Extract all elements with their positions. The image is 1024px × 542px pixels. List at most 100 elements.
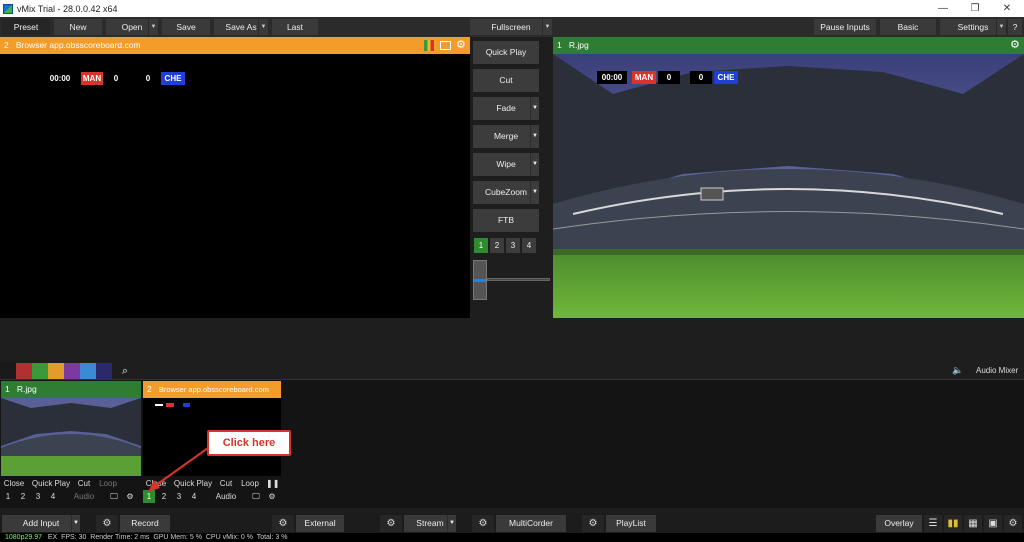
input-2-loop-button[interactable]: Loop: [239, 477, 261, 490]
ftb-label: FTB: [497, 215, 515, 225]
cubezoom-button[interactable]: CubeZoom ▼: [473, 181, 539, 204]
minimize-button[interactable]: —: [928, 0, 958, 17]
status-render-label: Render Time:: [90, 534, 133, 541]
audio-meter-icon[interactable]: [424, 40, 434, 51]
merge-button[interactable]: Merge ▼: [473, 125, 539, 148]
input-1-overlay-3-button[interactable]: 3: [32, 490, 44, 503]
color-filter-strip: [0, 363, 112, 379]
input-1-header[interactable]: 1 R.jpg: [1, 381, 141, 398]
input-1-gear-icon[interactable]: ⚙: [124, 490, 136, 503]
color-filter-swatch[interactable]: [48, 363, 64, 379]
record-button[interactable]: Record: [120, 515, 170, 532]
color-filter-swatch[interactable]: [16, 363, 32, 379]
quick-play-button[interactable]: Quick Play: [473, 41, 539, 64]
ftb-button[interactable]: FTB: [473, 209, 539, 232]
fade-dropdown-icon[interactable]: ▼: [530, 97, 539, 120]
wipe-dropdown-icon[interactable]: ▼: [530, 153, 539, 176]
output-gear-icon[interactable]: ⚙: [1010, 37, 1020, 54]
status-total: 3 %: [275, 534, 288, 541]
color-filter-swatch[interactable]: [64, 363, 80, 379]
stream-dropdown-icon[interactable]: ▼: [447, 515, 456, 532]
input-1-cut-button[interactable]: Cut: [75, 477, 93, 490]
input-1-audio-button[interactable]: Audio: [70, 490, 98, 503]
audio-mixer-button[interactable]: Audio Mixer: [976, 366, 1018, 375]
input-1-monitor-icon[interactable]: 🖵: [108, 490, 120, 503]
settings-dropdown-icon[interactable]: ▼: [996, 19, 1006, 35]
preset-button[interactable]: Preset: [2, 19, 50, 35]
playlist-button[interactable]: PlayList: [606, 515, 656, 532]
transition-1-button[interactable]: 1: [474, 238, 488, 253]
output-settings-icon[interactable]: ⚙: [1004, 515, 1022, 532]
save-as-dropdown-icon[interactable]: ▼: [258, 19, 268, 35]
save-button[interactable]: Save: [162, 19, 210, 35]
input-1-quick-play-button[interactable]: Quick Play: [30, 477, 72, 490]
input-2-pause-icon[interactable]: ❚❚: [266, 477, 279, 490]
playlist-label: PlayList: [616, 518, 646, 528]
fullscreen-button[interactable]: Fullscreen ▼: [470, 19, 552, 35]
transition-4-button[interactable]: 4: [522, 238, 536, 253]
window-title: vMix Trial - 28.0.0.42 x64: [17, 3, 118, 14]
snapshot-icon[interactable]: ▣: [984, 515, 1002, 532]
overlay-button[interactable]: Overlay: [876, 515, 922, 532]
cubezoom-dropdown-icon[interactable]: ▼: [530, 181, 539, 204]
input-2-monitor-icon[interactable]: 🖵: [250, 490, 262, 503]
pause-inputs-label: Pause Inputs: [820, 22, 870, 32]
color-filter-swatch[interactable]: [80, 363, 96, 379]
fade-button[interactable]: Fade ▼: [473, 97, 539, 120]
input-1-number: 1: [5, 384, 10, 394]
close-window-button[interactable]: ✕: [992, 0, 1022, 17]
preview-viewport[interactable]: 00:00 MAN 0 0 CHE: [0, 54, 470, 318]
input-2-header[interactable]: 2 Browser app.obsscoreboard.com: [143, 381, 281, 398]
t-bar-track[interactable]: [487, 278, 550, 281]
help-button[interactable]: ?: [1008, 19, 1022, 35]
basic-button[interactable]: Basic: [880, 19, 936, 35]
add-input-button[interactable]: Add Input ▼: [2, 515, 80, 532]
transition-2-button[interactable]: 2: [490, 238, 504, 253]
input-1-thumbnail[interactable]: [1, 398, 141, 476]
status-resolution: 1080p29.97: [5, 534, 42, 541]
search-icon[interactable]: ⌕: [118, 363, 132, 379]
maximize-button[interactable]: ❐: [960, 0, 990, 17]
external-gear-icon[interactable]: ⚙: [272, 515, 294, 532]
merge-dropdown-icon[interactable]: ▼: [530, 125, 539, 148]
playlist-gear-icon[interactable]: ⚙: [582, 515, 604, 532]
multicorder-gear-icon[interactable]: ⚙: [472, 515, 494, 532]
t-bar-handle[interactable]: [473, 260, 487, 300]
input-2-gear-icon[interactable]: ⚙: [266, 490, 278, 503]
color-filter-swatch[interactable]: [96, 363, 112, 379]
preview-window-icon[interactable]: [440, 41, 451, 50]
input-1-overlay-2-button[interactable]: 2: [17, 490, 29, 503]
input-1-close-button[interactable]: Close: [2, 477, 26, 490]
menu-icon[interactable]: ☰: [924, 515, 942, 532]
preview-score-away: 0: [145, 74, 151, 83]
wipe-button[interactable]: Wipe ▼: [473, 153, 539, 176]
add-input-dropdown-icon[interactable]: ▼: [71, 515, 80, 532]
audio-bars-icon[interactable]: ▮▮: [944, 515, 962, 532]
transition-3-button[interactable]: 3: [506, 238, 520, 253]
record-gear-icon[interactable]: ⚙: [96, 515, 118, 532]
output-score-away-team: CHE: [714, 71, 738, 84]
preview-score-away-team: CHE: [161, 72, 185, 85]
multicorder-button[interactable]: MultiCorder: [496, 515, 566, 532]
fullscreen-dropdown-icon[interactable]: ▼: [542, 19, 552, 35]
new-button[interactable]: New: [54, 19, 102, 35]
open-dropdown-icon[interactable]: ▼: [148, 19, 158, 35]
multiview-icon[interactable]: ▦: [964, 515, 982, 532]
open-button[interactable]: Open ▼: [106, 19, 158, 35]
color-filter-swatch[interactable]: [0, 363, 16, 379]
output-viewport[interactable]: 00:00 MAN 0 0 CHE: [553, 54, 1024, 318]
save-as-button[interactable]: Save As ▼: [214, 19, 268, 35]
preview-gear-icon[interactable]: ⚙: [456, 37, 466, 54]
cut-button[interactable]: Cut: [473, 69, 539, 92]
input-1-overlay-4-button[interactable]: 4: [47, 490, 59, 503]
external-button[interactable]: External: [296, 515, 344, 532]
last-button[interactable]: Last: [272, 19, 318, 35]
stream-button[interactable]: Stream ▼: [404, 515, 456, 532]
pause-inputs-button[interactable]: Pause Inputs: [814, 19, 876, 35]
settings-button[interactable]: Settings ▼: [940, 19, 1006, 35]
input-1-overlay-1-button[interactable]: 1: [2, 490, 14, 503]
stream-label: Stream: [416, 518, 444, 528]
input-1-loop-button[interactable]: Loop: [97, 477, 119, 490]
color-filter-swatch[interactable]: [32, 363, 48, 379]
stream-gear-icon[interactable]: ⚙: [380, 515, 402, 532]
